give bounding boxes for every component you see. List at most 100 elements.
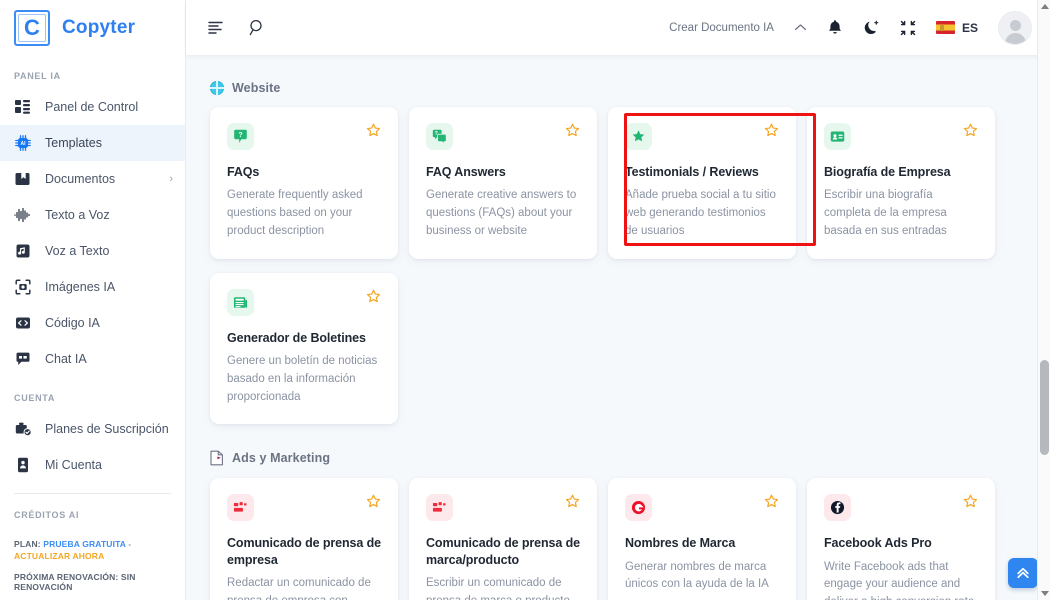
user-avatar[interactable] xyxy=(998,10,1032,45)
logo-letter: C xyxy=(24,14,40,40)
group-header-ads-marketing: Ads y Marketing xyxy=(210,424,1032,478)
template-card-testimonials-reviews[interactable]: Testimonials / Reviews Añade prueba soci… xyxy=(608,107,796,259)
scrollbar-down-arrow[interactable] xyxy=(1041,591,1049,596)
card-description: Genere un boletín de noticias basado en … xyxy=(227,354,378,403)
favorite-star-icon[interactable] xyxy=(764,123,779,142)
globe-icon xyxy=(210,81,224,95)
svg-text:?: ? xyxy=(435,131,438,137)
plan-upgrade-link[interactable]: ACTUALIZAR AHORA xyxy=(14,551,104,561)
sidebar-section-creditos: CRÉDITOS AI xyxy=(14,510,80,520)
template-card-comunicado-prensa-empresa[interactable]: Comunicado de prensa de empresa Redactar… xyxy=(210,478,398,600)
sidebar-item-texto-a-voz[interactable]: Texto a Voz xyxy=(0,197,185,233)
template-card-facebook-ads-pro[interactable]: Facebook Ads Pro Write Facebook ads that… xyxy=(807,478,995,600)
cards-row-website-1: ? FAQs Generate frequently asked questio… xyxy=(210,107,1032,259)
favorite-star-icon[interactable] xyxy=(963,123,978,142)
card-title: Comunicado de prensa de marca/producto xyxy=(426,536,580,567)
sidebar-item-voz-a-texto[interactable]: Voz a Texto xyxy=(0,233,185,269)
chat-icon xyxy=(14,350,32,368)
ai-chip-icon: AI xyxy=(14,134,32,152)
waveform-icon xyxy=(14,206,32,224)
sidebar-item-codigo-ia[interactable]: Código IA xyxy=(0,305,185,341)
press-release-icon xyxy=(227,494,254,522)
scroll-to-top-button[interactable] xyxy=(1008,558,1038,588)
logo-mark: C xyxy=(14,9,50,46)
faq-question-bubble-icon: ? xyxy=(227,123,254,150)
dashboard-icon xyxy=(14,98,32,116)
favorite-star-icon[interactable] xyxy=(366,289,381,308)
favorite-star-icon[interactable] xyxy=(764,494,779,513)
card-description: Redactar un comunicado de prensa de empr… xyxy=(227,576,371,600)
card-description: Escribir una biografía completa de la em… xyxy=(824,189,947,237)
template-card-generador-de-boletines[interactable]: Generador de Boletines Genere un boletín… xyxy=(210,272,398,425)
sidebar-item-imagenes-ia[interactable]: Imágenes IA xyxy=(0,269,185,305)
card-title: Generador de Boletines xyxy=(227,330,366,345)
topbar-left xyxy=(208,19,266,36)
svg-text:AI: AI xyxy=(21,141,27,147)
sidebar-item-label: Planes de Suscripción xyxy=(45,422,169,436)
sidebar-item-mi-cuenta[interactable]: Mi Cuenta xyxy=(0,447,185,483)
sidebar-item-panel-de-control[interactable]: Panel de Control xyxy=(0,89,185,125)
brand-names-icon xyxy=(625,494,652,522)
testimonial-star-icon xyxy=(625,123,652,150)
favorite-star-icon[interactable] xyxy=(565,494,580,513)
card-top xyxy=(625,494,779,522)
favorite-star-icon[interactable] xyxy=(565,123,580,142)
card-title: Facebook Ads Pro xyxy=(824,536,932,551)
double-chevron-up-icon xyxy=(1017,567,1029,579)
topbar-right: Crear Documento IA ES xyxy=(669,10,1032,45)
card-description: Escribir un comunicado de prensa de marc… xyxy=(426,576,570,600)
template-card-biografia-de-empresa[interactable]: Biografía de Empresa Escribir una biogra… xyxy=(807,107,995,259)
facebook-icon xyxy=(824,494,851,522)
card-description: Write Facebook ads that engage your audi… xyxy=(824,560,974,600)
dark-mode-moon-icon[interactable] xyxy=(863,19,880,36)
template-card-faq-answers[interactable]: ? FAQ Answers Generate creative answers … xyxy=(409,107,597,259)
template-card-faqs[interactable]: ? FAQs Generate frequently asked questio… xyxy=(210,107,398,259)
chevron-up-icon[interactable] xyxy=(794,23,807,32)
create-document-button[interactable]: Crear Documento IA xyxy=(669,22,774,34)
document-marketing-icon xyxy=(210,450,224,466)
sidebar-item-label: Mi Cuenta xyxy=(45,458,102,472)
templates-content: Website ? FAQs Generate frequently asked… xyxy=(186,55,1050,600)
template-card-nombres-de-marca[interactable]: Nombres de Marca Generar nombres de marc… xyxy=(608,478,796,600)
faq-answers-bubbles-icon: ? xyxy=(426,123,453,150)
newsletter-icon xyxy=(227,288,254,316)
account-card-icon xyxy=(14,456,32,474)
template-card-comunicado-prensa-marca[interactable]: Comunicado de prensa de marca/producto E… xyxy=(409,478,597,600)
scrollbar-up-arrow[interactable] xyxy=(1041,4,1049,9)
brand-name: Copyter xyxy=(62,16,136,38)
card-description: Generate frequently asked questions base… xyxy=(227,189,363,237)
scrollbar-thumb[interactable] xyxy=(1040,360,1049,455)
press-release-icon xyxy=(426,494,453,522)
sidebar-item-templates[interactable]: AI Templates xyxy=(0,125,185,161)
favorite-star-icon[interactable] xyxy=(366,494,381,513)
sidebar-item-label: Chat IA xyxy=(45,352,87,366)
card-top xyxy=(227,494,381,522)
avatar-body xyxy=(1004,32,1026,44)
favorite-star-icon[interactable] xyxy=(963,494,978,513)
language-selector[interactable]: ES xyxy=(935,21,978,35)
browser-scrollbar[interactable] xyxy=(1037,0,1050,600)
card-description: Añade prueba social a tu sitio web gener… xyxy=(625,189,776,237)
chevron-right-icon: › xyxy=(169,173,173,185)
hamburger-menu-icon[interactable] xyxy=(208,20,225,35)
avatar-head xyxy=(1009,19,1021,31)
compress-screen-icon[interactable] xyxy=(900,20,916,36)
plan-value: PRUEBA GRATUITA xyxy=(43,539,126,549)
search-icon[interactable] xyxy=(249,19,266,36)
sidebar-item-chat-ia[interactable]: Chat IA xyxy=(0,341,185,377)
sidebar-item-label: Texto a Voz xyxy=(45,208,110,222)
card-title: Biografía de Empresa xyxy=(824,165,951,179)
card-title: FAQ Answers xyxy=(426,165,506,179)
sidebar-item-label: Documentos xyxy=(45,172,116,186)
notification-bell-icon[interactable] xyxy=(827,19,843,36)
sidebar-section-panel-ia: PANEL IA xyxy=(14,71,61,81)
main-area: Crear Documento IA ES Website ? FAQs Gen… xyxy=(186,0,1050,600)
sidebar-item-label: Panel de Control xyxy=(45,100,139,114)
brand-logo[interactable]: C Copyter xyxy=(0,0,185,55)
sidebar-item-label: Voz a Texto xyxy=(45,244,110,258)
sidebar-item-planes-de-suscripcion[interactable]: Planes de Suscripción xyxy=(0,411,185,447)
sidebar-item-documentos[interactable]: Documentos › xyxy=(0,161,185,197)
favorite-star-icon[interactable] xyxy=(366,123,381,142)
card-top xyxy=(625,123,779,150)
group-title: Website xyxy=(232,81,281,95)
